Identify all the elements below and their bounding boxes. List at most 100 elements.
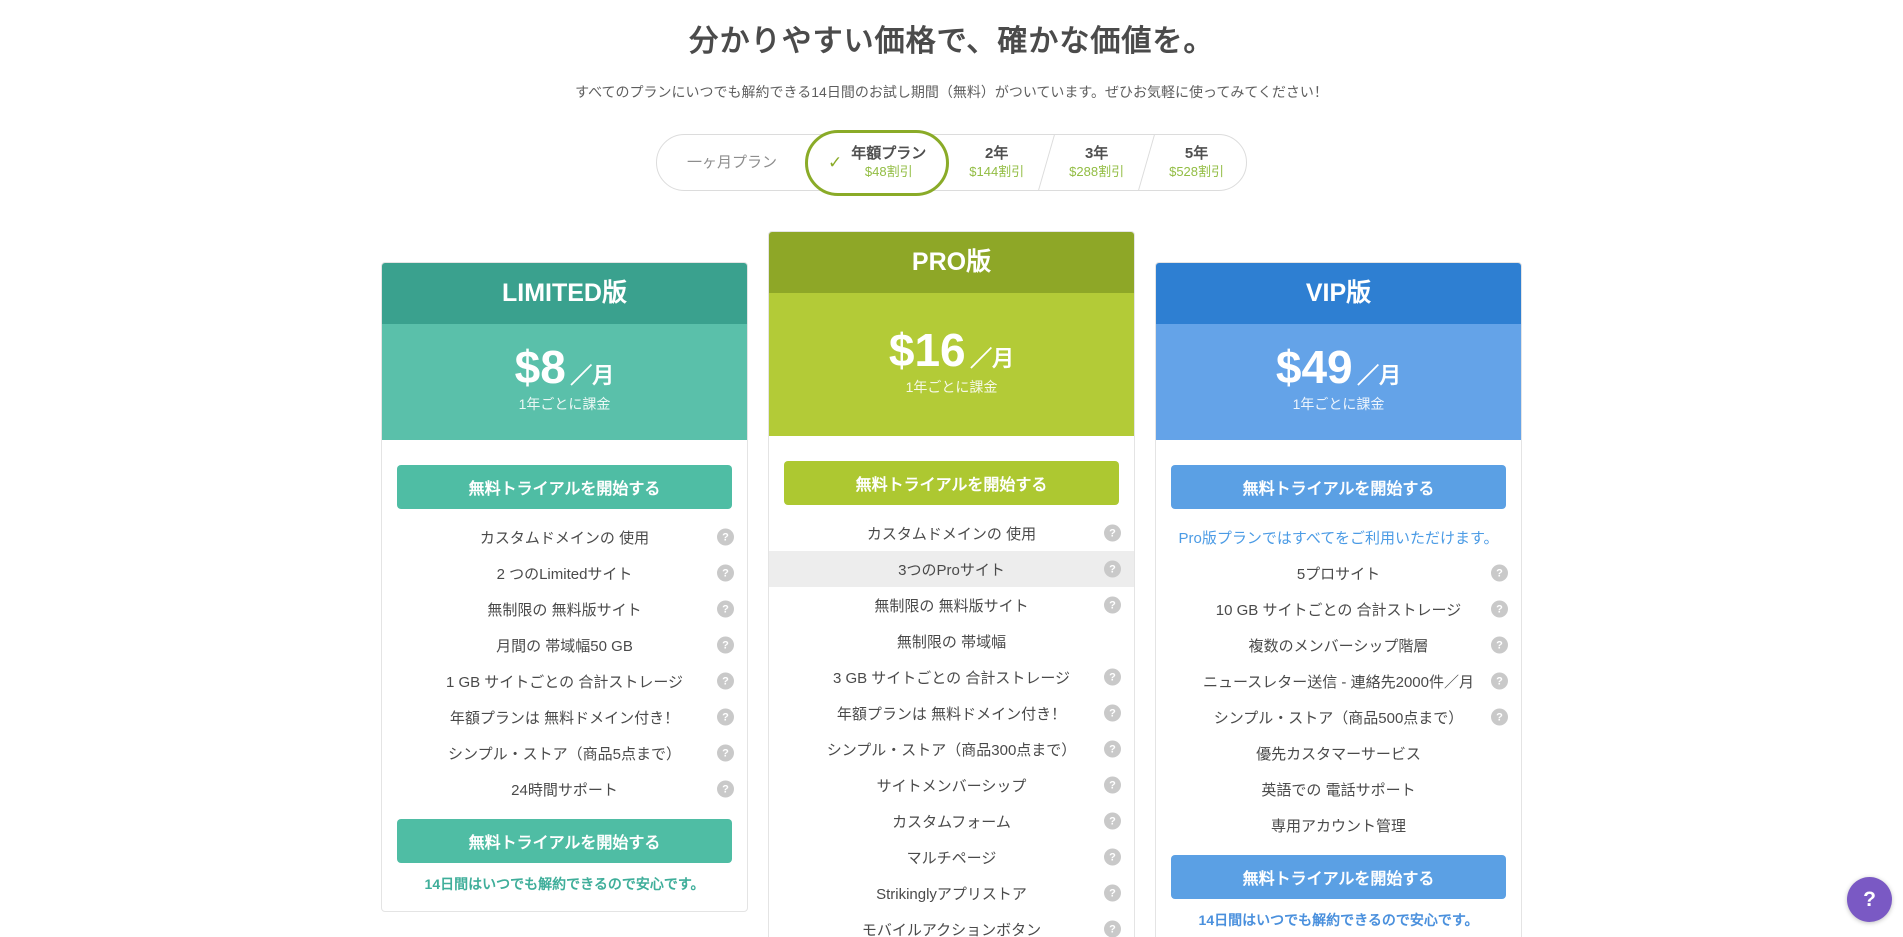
feature-list: カスタムドメインの 使用 ? 2 つのLimitedサイト ? 無制限の 無料版… [382,519,747,807]
help-fab-button[interactable]: ? [1847,877,1892,922]
help-icon[interactable]: ? [717,673,734,690]
feature-label: シンプル・ストア（商品5点まで） [448,743,681,764]
plan-billing-cycle: 1年ごとに課金 [382,394,747,414]
start-trial-button[interactable]: 無料トライアルを開始する [784,461,1119,505]
toggle-option-label: 3年 [1085,145,1108,163]
feature-row: カスタムドメインの 使用 ? [382,519,747,555]
feature-row: 年額プランは 無料ドメイン付き！ ? [769,695,1134,731]
feature-label: 月間の 帯域幅50 GB [496,635,633,656]
start-trial-button-footer[interactable]: 無料トライアルを開始する [1171,855,1506,899]
start-trial-button[interactable]: 無料トライアルを開始する [1171,465,1506,509]
help-icon[interactable]: ? [717,601,734,618]
page-title: 分かりやすい価格で、確かな価値を。 [0,16,1903,60]
help-icon[interactable]: ? [1491,565,1508,582]
feature-row: 無制限の 無料版サイト ? [769,587,1134,623]
help-icon[interactable]: ? [1104,813,1121,830]
help-icon[interactable]: ? [717,781,734,798]
pro-included-note: Pro版プランではすべてをご利用いただけます。 [1156,519,1521,555]
feature-row: 2 つのLimitedサイト ? [382,555,747,591]
toggle-option-3year[interactable]: 3年 $288割引 [1047,135,1146,190]
toggle-option-discount: $48割引 [865,164,913,180]
feature-row: 英語での 電話サポート [1156,771,1521,807]
toggle-option-label: 年額プラン [851,145,926,163]
plan-price-banner: $16 ／月 1年ごとに課金 [769,293,1134,436]
plan-price-per: ／月 [570,363,614,388]
feature-row: 無制限の 帯域幅 [769,623,1134,659]
feature-row: 優先カスタマーサービス [1156,735,1521,771]
help-icon[interactable]: ? [1104,525,1121,542]
toggle-option-discount: $288割引 [1069,164,1124,180]
help-icon[interactable]: ? [1491,709,1508,726]
plan-title: PRO版 [769,232,1134,293]
feature-label: 3 GB サイトごとの 合計ストレージ [833,667,1070,688]
help-icon[interactable]: ? [1104,885,1121,902]
feature-label: 年額プランは 無料ドメイン付き！ [837,703,1066,724]
feature-row: 3 GB サイトごとの 合計ストレージ ? [769,659,1134,695]
start-trial-button-footer[interactable]: 無料トライアルを開始する [397,819,732,863]
feature-label: Strikinglyアプリストア [876,883,1027,904]
feature-row: Strikinglyアプリストア ? [769,875,1134,911]
plan-price: $8 [515,341,566,393]
help-icon[interactable]: ? [1104,777,1121,794]
feature-row: カスタムフォーム ? [769,803,1134,839]
help-icon[interactable]: ? [1104,849,1121,866]
feature-row: 年額プランは 無料ドメイン付き！ ? [382,699,747,735]
help-icon[interactable]: ? [717,709,734,726]
feature-label: シンプル・ストア（商品300点まで） [827,739,1077,760]
feature-label: 24時間サポート [511,779,618,800]
help-icon[interactable]: ? [1104,741,1121,758]
toggle-option-label: 2年 [985,145,1008,163]
toggle-option-monthly[interactable]: 一ヶ月プラン [657,135,807,190]
billing-toggle-wrap: 一ヶ月プラン ✓ 年額プラン $48割引 2年 $144割引 3年 $288割引… [0,134,1903,191]
feature-label: シンプル・ストア（商品500点まで） [1214,707,1464,728]
page-subtitle: すべてのプランにいつでも解約できる14日間のお試し期間（無料）がついています。ぜ… [0,82,1903,102]
feature-row: カスタムドメインの 使用 ? [769,515,1134,551]
help-icon[interactable]: ? [1104,921,1121,937]
cancel-anytime-note: 14日間はいつでも解約できるので安心です。 [1156,910,1521,930]
feature-label: 年額プランは 無料ドメイン付き！ [450,707,679,728]
help-icon[interactable]: ? [717,565,734,582]
help-icon[interactable]: ? [1104,669,1121,686]
toggle-option-2year[interactable]: 2年 $144割引 [947,135,1046,190]
start-trial-button[interactable]: 無料トライアルを開始する [397,465,732,509]
plan-card-vip: VIP版 $49 ／月 1年ごとに課金 無料トライアルを開始する Pro版プラン… [1155,262,1522,937]
feature-label: サイトメンバーシップ [877,775,1027,796]
feature-label: 無制限の 帯域幅 [897,631,1006,652]
plan-card-limited: LIMITED版 $8 ／月 1年ごとに課金 無料トライアルを開始する カスタム… [381,262,748,912]
feature-row: モバイルアクションボタン ? [769,911,1134,937]
plan-billing-cycle: 1年ごとに課金 [1156,394,1521,414]
feature-label: 2 つのLimitedサイト [497,563,633,584]
feature-row-highlighted: 3つのProサイト ? [769,551,1134,587]
feature-row: シンプル・ストア（商品300点まで） ? [769,731,1134,767]
help-icon[interactable]: ? [1491,637,1508,654]
plan-price: $16 [889,324,966,376]
feature-label: 専用アカウント管理 [1271,815,1406,836]
feature-row: サイトメンバーシップ ? [769,767,1134,803]
feature-label: 10 GB サイトごとの 合計ストレージ [1216,599,1461,620]
feature-label: カスタムフォーム [892,811,1011,832]
plan-card-pro: PRO版 $16 ／月 1年ごとに課金 無料トライアルを開始する カスタムドメイ… [768,231,1135,937]
plan-title: LIMITED版 [382,263,747,324]
plan-billing-cycle: 1年ごとに課金 [769,377,1134,397]
toggle-option-label: 5年 [1185,145,1208,163]
help-icon[interactable]: ? [1491,673,1508,690]
plan-title: VIP版 [1156,263,1521,324]
feature-label: 無制限の 無料版サイト [874,595,1028,616]
billing-toggle: 一ヶ月プラン ✓ 年額プラン $48割引 2年 $144割引 3年 $288割引… [656,134,1247,191]
help-icon[interactable]: ? [717,745,734,762]
help-icon[interactable]: ? [1104,705,1121,722]
cancel-anytime-note: 14日間はいつでも解約できるので安心です。 [382,874,747,894]
help-icon[interactable]: ? [1104,561,1121,578]
help-icon[interactable]: ? [1104,597,1121,614]
toggle-option-yearly-selected[interactable]: ✓ 年額プラン $48割引 [805,130,949,196]
plan-price-per: ／月 [1357,363,1401,388]
help-icon[interactable]: ? [717,529,734,546]
toggle-option-5year[interactable]: 5年 $528割引 [1147,135,1246,190]
feature-row: 無制限の 無料版サイト ? [382,591,747,627]
help-icon[interactable]: ? [1491,601,1508,618]
plan-price-per: ／月 [970,346,1014,371]
help-icon[interactable]: ? [717,637,734,654]
feature-label: ニュースレター送信 - 連絡先2000件／月 [1203,671,1474,692]
toggle-option-discount: $144割引 [969,164,1024,180]
feature-label: 無制限の 無料版サイト [487,599,641,620]
